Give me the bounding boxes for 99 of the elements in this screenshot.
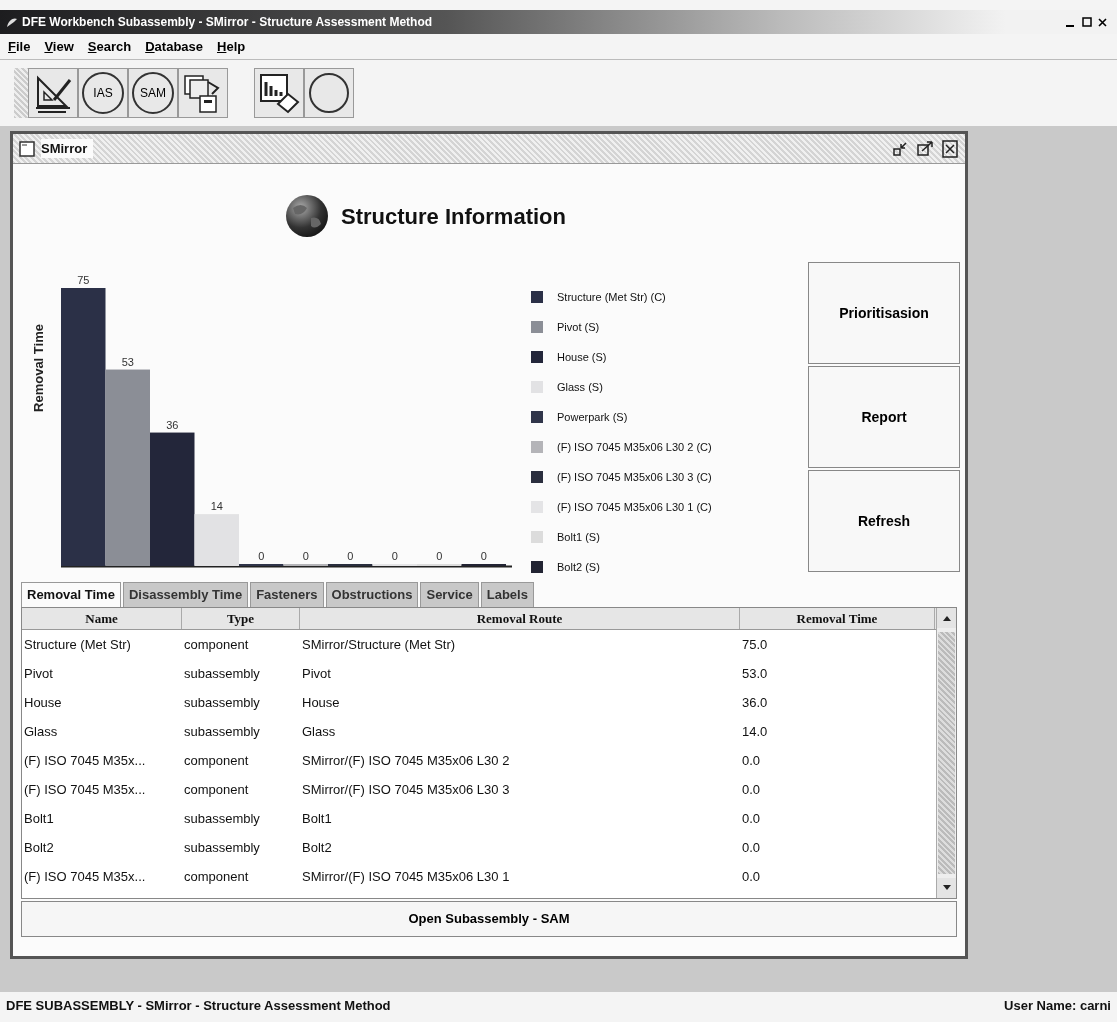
data-label: 0 — [347, 550, 354, 562]
legend-label: Bolt1 (S) — [557, 529, 600, 545]
table-cell-text: Glass — [23, 722, 59, 741]
table-cell-text: 0.0 — [741, 751, 762, 770]
user-name: User Name: carni — [1004, 997, 1111, 1016]
frame-icon — [19, 140, 35, 157]
data-label: 0 — [436, 550, 443, 562]
column-header[interactable]: Removal Route — [300, 608, 740, 629]
table-cell-text: component — [183, 780, 250, 799]
legend-label: Pivot (S) — [557, 319, 600, 335]
toolbar-button[interactable] — [28, 68, 78, 118]
maximize-icon[interactable] — [917, 140, 935, 157]
app-icon — [6, 16, 18, 28]
table-cell-text: Bolt1 — [23, 809, 55, 828]
table-cell-text: 0.0 — [741, 838, 762, 857]
globe-icon — [285, 194, 330, 238]
tab[interactable]: Removal Time — [21, 582, 121, 607]
legend-label: (F) ISO 7045 M35x06 L30 1 (C) — [557, 499, 712, 515]
menu-item[interactable]: Help — [217, 36, 246, 57]
data-label: 53 — [121, 355, 134, 368]
table-cell-text: component — [183, 635, 250, 654]
legend-label: Bolt2 (S) — [557, 559, 600, 575]
table-cell-text: Bolt1 — [301, 809, 333, 828]
table-cell-text: (F) ISO 7045 M35x... — [23, 751, 147, 770]
table-cell-text: 53.0 — [741, 664, 769, 683]
table-cell-text: component — [183, 867, 250, 886]
side-button[interactable]: Report — [808, 366, 960, 468]
table-cell-text: SMirror/(F) ISO 7045 M35x06 L30 2 — [301, 751, 511, 770]
table-cell-text: (F) ISO 7045 M35x... — [23, 867, 147, 886]
column-header[interactable]: Type — [182, 608, 300, 629]
legend-label: Structure (Met Str) (C) — [557, 289, 666, 305]
table-cell-text: 75.0 — [741, 635, 769, 654]
scrollbar[interactable] — [936, 608, 956, 898]
legend-label: (F) ISO 7045 M35x06 L30 3 (C) — [557, 469, 712, 485]
data-label: 0 — [480, 550, 487, 562]
tab[interactable]: Obstructions — [325, 582, 419, 607]
menu-item[interactable]: Database — [145, 36, 203, 57]
data-label: 36 — [166, 418, 179, 431]
table-cell-text: House — [23, 693, 63, 712]
table-cell-text: SMirror/(F) ISO 7045 M35x06 L30 1 — [301, 867, 511, 886]
data-label: 0 — [258, 550, 265, 562]
column-header[interactable]: Removal Time — [740, 608, 935, 629]
table-cell-text: Bolt2 — [23, 838, 55, 857]
toolbar-button[interactable]: IAS — [78, 68, 128, 118]
table-cell-text: (F) ISO 7045 M35x... — [23, 780, 147, 799]
scroll-down-icon[interactable] — [941, 884, 952, 892]
tab[interactable]: Labels — [480, 582, 534, 607]
table-cell-text: Bolt2 — [301, 838, 333, 857]
toolbar-button[interactable] — [304, 68, 354, 118]
side-button[interactable]: Refresh — [808, 470, 960, 572]
table-cell-text: House — [301, 693, 341, 712]
table-cell-text: 14.0 — [741, 722, 769, 741]
legend-label: House (S) — [557, 349, 607, 365]
table-cell-text: 0.0 — [741, 809, 762, 828]
table-cell-text: Pivot — [301, 664, 332, 683]
table-cell-text: 0.0 — [741, 867, 762, 886]
tab[interactable]: Fasteners — [250, 582, 324, 607]
data-label: 14 — [210, 500, 223, 513]
toolbar-button[interactable] — [178, 68, 228, 118]
data-label: 0 — [391, 550, 398, 562]
tab[interactable]: Service — [420, 582, 479, 607]
legend-label: (F) ISO 7045 M35x06 L30 2 (C) — [557, 439, 712, 455]
status-text: DFE SUBASSEMBLY - SMirror - Structure Assessment Method — [6, 997, 391, 1016]
table-cell-text: 36.0 — [741, 693, 769, 712]
toolbar-button[interactable] — [254, 68, 304, 118]
section-heading: Structure Information — [341, 202, 566, 231]
table-cell-text: component — [183, 751, 250, 770]
table-cell-text: subassembly — [183, 664, 261, 683]
circle-icon — [308, 72, 350, 114]
menu-item[interactable]: Search — [87, 36, 132, 57]
table-cell-text: subassembly — [183, 838, 261, 857]
frame-title: SMirror — [41, 138, 94, 159]
window-title: DFE Workbench Subassembly - SMirror - Structure Assessment Method — [22, 14, 433, 31]
table-cell-text: 0.0 — [741, 780, 762, 799]
table-cell-text: SMirror/Structure (Met Str) — [301, 635, 457, 654]
scroll-thumb[interactable] — [938, 632, 955, 874]
axis-label: Removal Time — [31, 324, 46, 412]
open-subassembly-button[interactable]: Open Subassembly - SAM — [21, 901, 957, 937]
side-button[interactable]: Prioritisasion — [808, 262, 960, 364]
table-cell-text: subassembly — [183, 722, 261, 741]
table-cell-text: subassembly — [183, 809, 261, 828]
menu-item[interactable]: File — [8, 36, 31, 57]
data-label: 0 — [302, 550, 309, 562]
legend-label: Glass (S) — [557, 379, 603, 395]
scroll-up-icon[interactable] — [941, 614, 952, 622]
tab[interactable]: Disassembly Time — [122, 582, 249, 607]
toolbar-grip[interactable] — [14, 68, 28, 118]
menu-item[interactable]: View — [44, 36, 74, 57]
table-cell-text: Pivot — [23, 664, 54, 683]
legend-label: Powerpark (S) — [557, 409, 628, 425]
chart-icon — [258, 72, 300, 114]
table-cell-text: Structure (Met Str) — [23, 635, 132, 654]
toolbar-button[interactable]: SAM — [128, 68, 178, 118]
close-icon[interactable] — [941, 139, 959, 158]
table-cell-text: Glass — [301, 722, 337, 741]
table-cell-text: SMirror/(F) ISO 7045 M35x06 L30 3 — [301, 780, 511, 799]
column-header[interactable]: Name — [22, 608, 182, 629]
data-label: 75 — [77, 274, 90, 286]
table-cell-text: subassembly — [183, 693, 261, 712]
